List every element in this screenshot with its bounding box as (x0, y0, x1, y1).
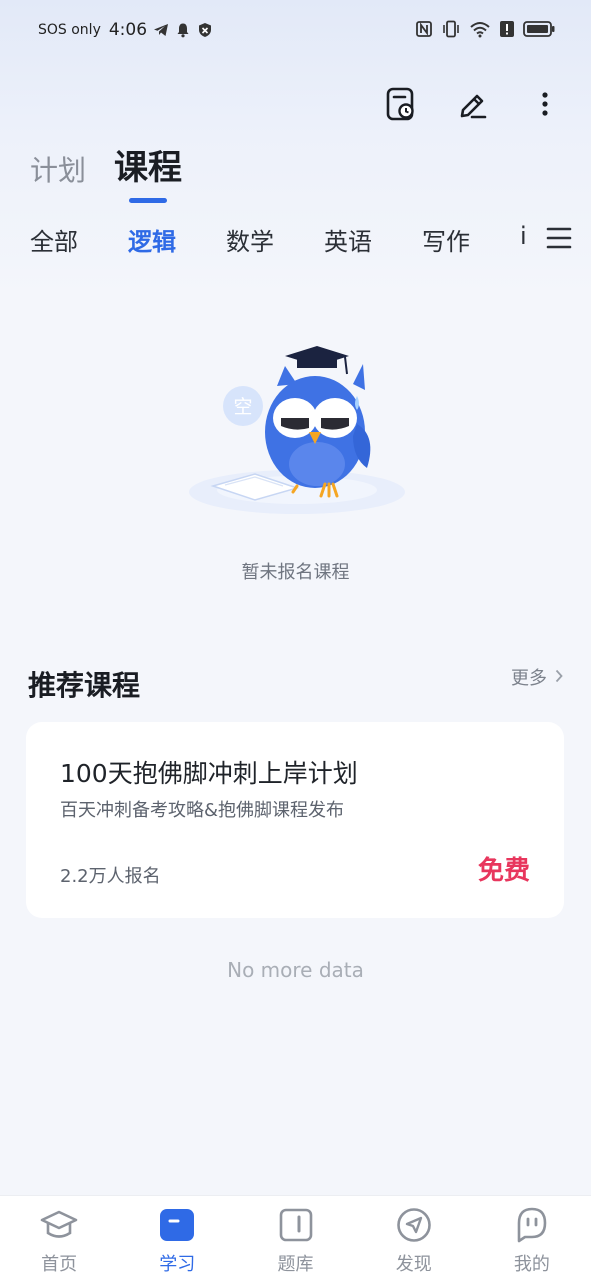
graduation-cap-icon (40, 1206, 78, 1244)
schedule-icon[interactable] (381, 84, 421, 124)
carrier-text: SOS only (38, 22, 101, 38)
tab-plan[interactable]: 计划 (30, 149, 86, 189)
empty-owl-illustration: 空 (185, 340, 410, 520)
battery-icon (523, 20, 555, 42)
subject-tab-logic[interactable]: 逻辑 (128, 222, 226, 257)
wifi-icon (469, 20, 491, 42)
course-title: 100天抱佛脚冲刺上岸计划 (60, 759, 358, 788)
main-tabs: 计划 课程 (30, 140, 182, 189)
subject-tab-math[interactable]: 数学 (226, 222, 324, 257)
subject-tab-english[interactable]: 英语 (324, 222, 422, 257)
toolbar (381, 84, 565, 124)
bubble-text: 空 (233, 396, 252, 418)
study-icon (158, 1206, 196, 1244)
bell-icon (175, 22, 191, 38)
nav-label-profile: 我的 (513, 1254, 550, 1275)
more-link[interactable]: 更多 (511, 664, 563, 690)
nav-label-home: 首页 (41, 1254, 78, 1275)
nav-profile[interactable]: 我的 (473, 1196, 591, 1280)
edit-icon[interactable] (453, 84, 493, 124)
subject-tab-clipped[interactable]: i (520, 222, 532, 257)
status-bar: SOS only 4:06 (0, 0, 591, 66)
clock: 4:06 (108, 20, 148, 40)
chevron-right-icon (555, 667, 563, 688)
subject-tab-writing[interactable]: 写作 (422, 222, 520, 257)
profile-icon (513, 1206, 551, 1244)
course-subtitle: 百天冲刺备考攻略&抱佛脚课程发布 (60, 800, 345, 821)
status-left: SOS only 4:06 (38, 20, 213, 40)
recommended-title: 推荐课程 (28, 669, 141, 702)
nav-question-bank[interactable]: 题库 (236, 1196, 354, 1280)
no-more-data: No more data (227, 958, 364, 982)
shield-icon (197, 22, 213, 38)
nav-label-discover: 发现 (395, 1254, 432, 1275)
bottom-nav: 首页 学习 题库 发现 我的 (0, 1195, 591, 1280)
course-price: 免费 (477, 856, 530, 886)
vibrate-icon (441, 20, 461, 42)
subject-tab-all[interactable]: 全部 (30, 222, 128, 257)
telegram-icon (153, 22, 169, 38)
menu-icon[interactable] (545, 224, 573, 252)
status-right (415, 20, 555, 42)
more-label: 更多 (511, 668, 547, 689)
nfc-icon (415, 20, 433, 42)
more-icon[interactable] (525, 84, 565, 124)
tab-courses[interactable]: 课程 (114, 140, 182, 189)
nav-discover[interactable]: 发现 (355, 1196, 473, 1280)
empty-state-text: 暂未报名课程 (241, 562, 350, 583)
discover-icon (395, 1206, 433, 1244)
subject-tabs: 全部 逻辑 数学 英语 写作 i (30, 222, 532, 257)
course-enrolled: 2.2万人报名 (60, 866, 161, 887)
nav-study[interactable]: 学习 (118, 1196, 236, 1280)
course-card[interactable]: 100天抱佛脚冲刺上岸计划 百天冲刺备考攻略&抱佛脚课程发布 2.2万人报名 免… (26, 722, 564, 918)
nav-label-study: 学习 (159, 1254, 196, 1275)
nav-home[interactable]: 首页 (0, 1196, 118, 1280)
alert-icon (499, 20, 515, 42)
question-bank-icon (277, 1206, 315, 1244)
nav-label-question-bank: 题库 (277, 1254, 314, 1275)
